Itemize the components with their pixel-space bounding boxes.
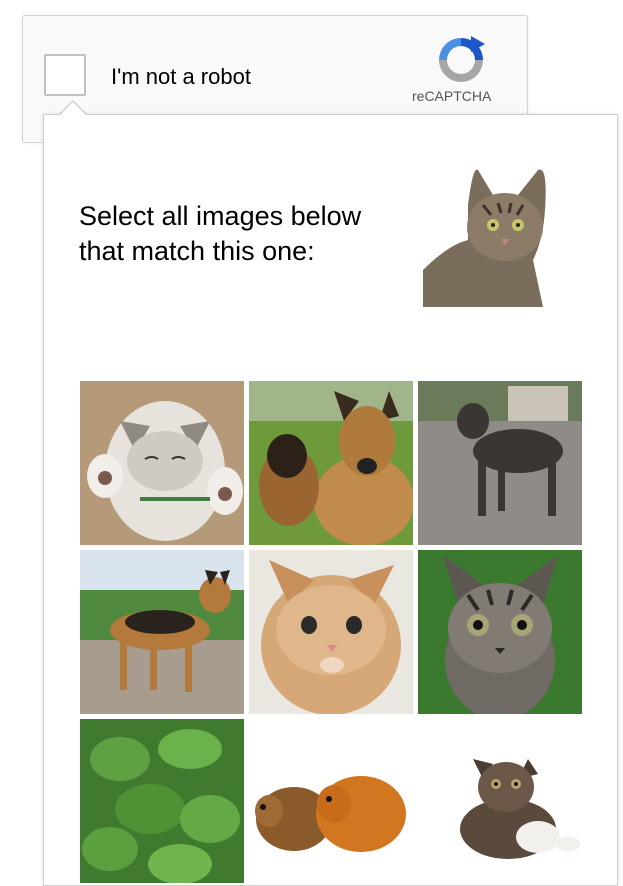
grid-image-9[interactable] [418, 719, 582, 883]
instruction-line-1: Select all images below [79, 201, 362, 231]
german-shepherd-with-puppy-icon [249, 381, 413, 545]
black-dog-icon [418, 381, 582, 545]
instruction-line-2: that match this one: [79, 236, 315, 266]
grid-image-8[interactable] [249, 719, 413, 883]
recaptcha-logo-icon [439, 36, 485, 82]
challenge-instruction: Select all images below that match this … [79, 199, 399, 269]
reference-cat-image [423, 165, 557, 307]
ginger-kitten-icon [249, 550, 413, 714]
kitten-paws-up-icon [80, 381, 244, 545]
grid-image-6[interactable] [418, 550, 582, 714]
challenge-popup: Select all images below that match this … [43, 114, 618, 886]
green-plant-leaves-icon [80, 719, 244, 883]
grid-image-5[interactable] [249, 550, 413, 714]
grid-image-1[interactable] [80, 381, 244, 545]
calico-kitten-icon [418, 719, 582, 883]
popup-arrow-inner [60, 102, 86, 115]
checkbox-label: I'm not a robot [111, 64, 251, 89]
not-a-robot-checkbox[interactable] [44, 54, 86, 96]
grid-image-4[interactable] [80, 550, 244, 714]
grid-image-3[interactable] [418, 381, 582, 545]
guinea-pigs-icon [249, 719, 413, 883]
tabby-kitten-icon [418, 550, 582, 714]
recaptcha-logo-text: reCAPTCHA [412, 88, 492, 104]
grid-image-2[interactable] [249, 381, 413, 545]
german-shepherd-standing-icon [80, 550, 244, 714]
grid-image-7[interactable] [80, 719, 244, 883]
